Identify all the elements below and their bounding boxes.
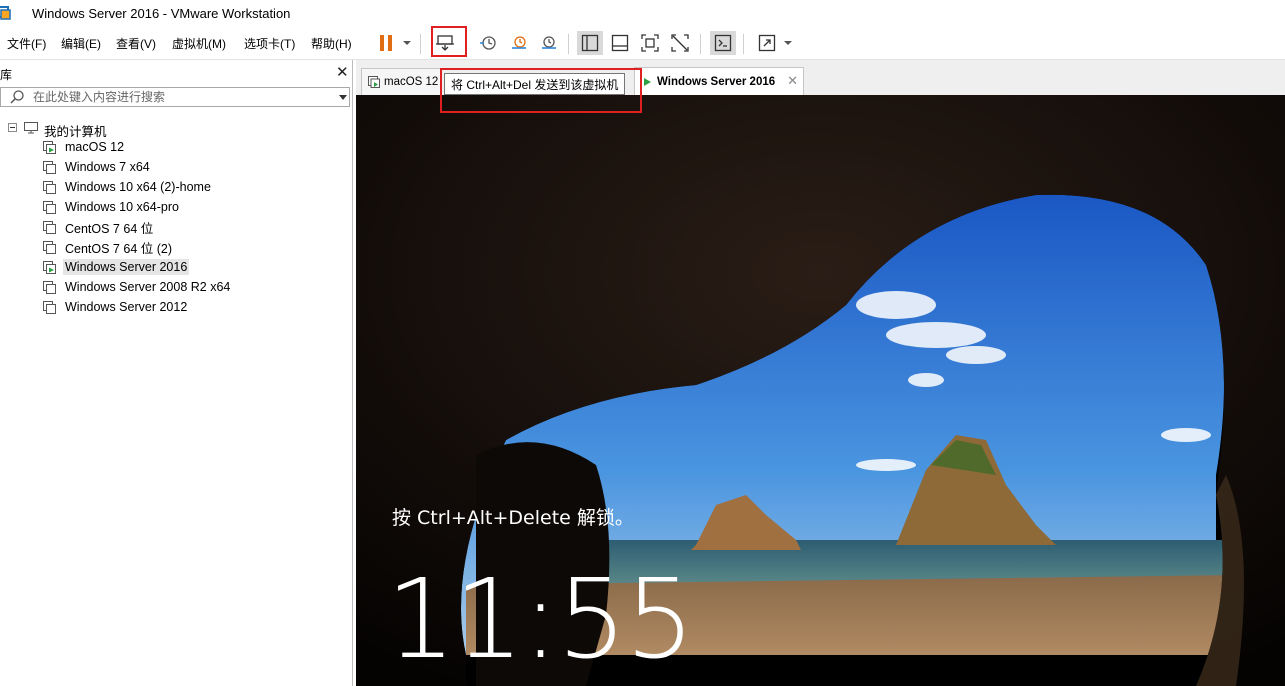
window-title: Windows Server 2016 - VMware Workstation — [32, 6, 291, 21]
library-search — [0, 87, 350, 107]
menu-file[interactable]: 文件(F) — [7, 35, 46, 52]
keyboard-send-icon — [436, 35, 454, 51]
console-icon — [714, 34, 732, 52]
snapshot-manager-icon — [542, 36, 556, 49]
vm-list-item[interactable]: Windows Server 2012 — [43, 298, 189, 316]
vm-list-item[interactable]: Windows 7 x64 — [43, 158, 152, 176]
vm-icon — [43, 220, 56, 234]
collapse-toggle-icon[interactable] — [8, 123, 17, 132]
menu-vm[interactable]: 虚拟机(M) — [172, 35, 226, 52]
search-icon — [10, 90, 24, 104]
vm-name: Windows Server 2008 R2 x64 — [65, 280, 231, 294]
vm-workspace: macOS 12 Windows Server 2016 ✕ 按 Ctrl+Al… — [356, 60, 1285, 686]
pause-icon — [380, 35, 392, 51]
tab-label: macOS 12 — [384, 76, 439, 88]
menu-help[interactable]: 帮助(H) — [311, 35, 352, 52]
revert-snapshot-icon — [512, 36, 526, 49]
vm-name: Windows Server 2012 — [65, 300, 188, 314]
power-dropdown-arrow[interactable] — [403, 41, 411, 45]
toolbar-separator — [568, 34, 569, 54]
menu-tabs[interactable]: 选项卡(T) — [244, 35, 295, 52]
vm-list-item[interactable]: Windows Server 2016 — [43, 258, 190, 276]
library-view-icon — [581, 34, 599, 52]
search-dropdown-arrow[interactable] — [339, 95, 347, 100]
vm-icon — [43, 200, 56, 214]
vmware-logo-icon — [0, 6, 11, 20]
close-tab-icon[interactable]: ✕ — [787, 73, 798, 89]
library-title: 库 — [0, 68, 13, 82]
toolbar-separator — [420, 34, 421, 54]
vm-icon — [43, 240, 56, 254]
vm-running-icon — [644, 77, 651, 86]
title-bar: Windows Server 2016 - VMware Workstation — [0, 0, 1285, 29]
toolbar-separator — [700, 34, 701, 54]
vm-name: macOS 12 — [65, 140, 125, 154]
vm-list-item[interactable]: CentOS 7 64 位 — [43, 218, 155, 236]
vm-icon — [43, 160, 56, 174]
vm-running-icon — [368, 76, 380, 88]
close-library-icon[interactable]: ✕ — [336, 63, 349, 81]
revert-snapshot-button[interactable] — [506, 31, 532, 55]
library-panel: 库 ✕ 我的计算机 macOS 12Windows 7 x64Windows 1… — [0, 60, 353, 686]
library-header: 库 ✕ — [0, 60, 352, 86]
computer-icon — [24, 122, 38, 134]
tooltip-highlight — [440, 68, 642, 113]
stretch-guest-button[interactable] — [754, 31, 780, 55]
lock-screen-clock: 11:55 — [386, 555, 695, 683]
vm-name: Windows 7 x64 — [65, 160, 150, 174]
vm-name: Windows 10 x64 (2)-home — [65, 180, 211, 194]
unlock-prompt: 按 Ctrl+Alt+Delete 解锁。 — [392, 507, 634, 529]
full-screen-icon — [641, 34, 659, 52]
pause-button[interactable] — [373, 31, 399, 55]
menu-edit[interactable]: 编辑(E) — [61, 35, 101, 52]
stretch-dropdown-arrow[interactable] — [784, 41, 792, 45]
snapshot-button[interactable] — [475, 31, 501, 55]
vm-list-item[interactable]: CentOS 7 64 位 (2) — [43, 238, 174, 256]
send-ctrl-alt-del-button[interactable] — [432, 31, 458, 55]
tab-label: Windows Server 2016 — [657, 75, 776, 88]
toolbar-separator — [743, 34, 744, 54]
library-search-input[interactable] — [33, 90, 323, 104]
console-view-button[interactable] — [710, 31, 736, 55]
snapshot-manager-button[interactable] — [536, 31, 562, 55]
vm-running-icon — [43, 140, 56, 154]
vm-list-item[interactable]: Windows 10 x64-pro — [43, 198, 181, 216]
full-screen-button[interactable] — [637, 31, 663, 55]
thumbnail-bar-button[interactable] — [607, 31, 633, 55]
tab-macos-12[interactable]: macOS 12 — [361, 68, 441, 95]
vm-icon — [43, 300, 56, 314]
vm-icon — [43, 180, 56, 194]
vm-name: Windows Server 2016 — [63, 259, 190, 275]
vm-name: Windows 10 x64-pro — [65, 200, 179, 214]
unity-button[interactable] — [667, 31, 693, 55]
menu-view[interactable]: 查看(V) — [116, 35, 156, 52]
show-library-button[interactable] — [577, 31, 603, 55]
vm-name: CentOS 7 64 位 (2) — [65, 241, 172, 256]
snapshot-icon — [480, 36, 496, 50]
thumbnail-view-icon — [611, 34, 629, 52]
stretch-icon — [758, 34, 776, 52]
tab-windows-server-2016[interactable]: Windows Server 2016 ✕ — [634, 67, 804, 95]
vm-icon — [43, 280, 56, 294]
vm-list-item[interactable]: macOS 12 — [43, 138, 126, 156]
vm-name: CentOS 7 64 位 — [65, 221, 154, 236]
vm-running-icon — [43, 260, 56, 274]
vm-console[interactable]: 按 Ctrl+Alt+Delete 解锁。 11:55 — [356, 95, 1285, 686]
unity-icon — [671, 34, 689, 52]
vm-list-item[interactable]: Windows Server 2008 R2 x64 — [43, 278, 232, 296]
vm-list-item[interactable]: Windows 10 x64 (2)-home — [43, 178, 213, 196]
menu-toolbar: 文件(F) 编辑(E) 查看(V) 虚拟机(M) 选项卡(T) 帮助(H) — [0, 26, 1285, 60]
